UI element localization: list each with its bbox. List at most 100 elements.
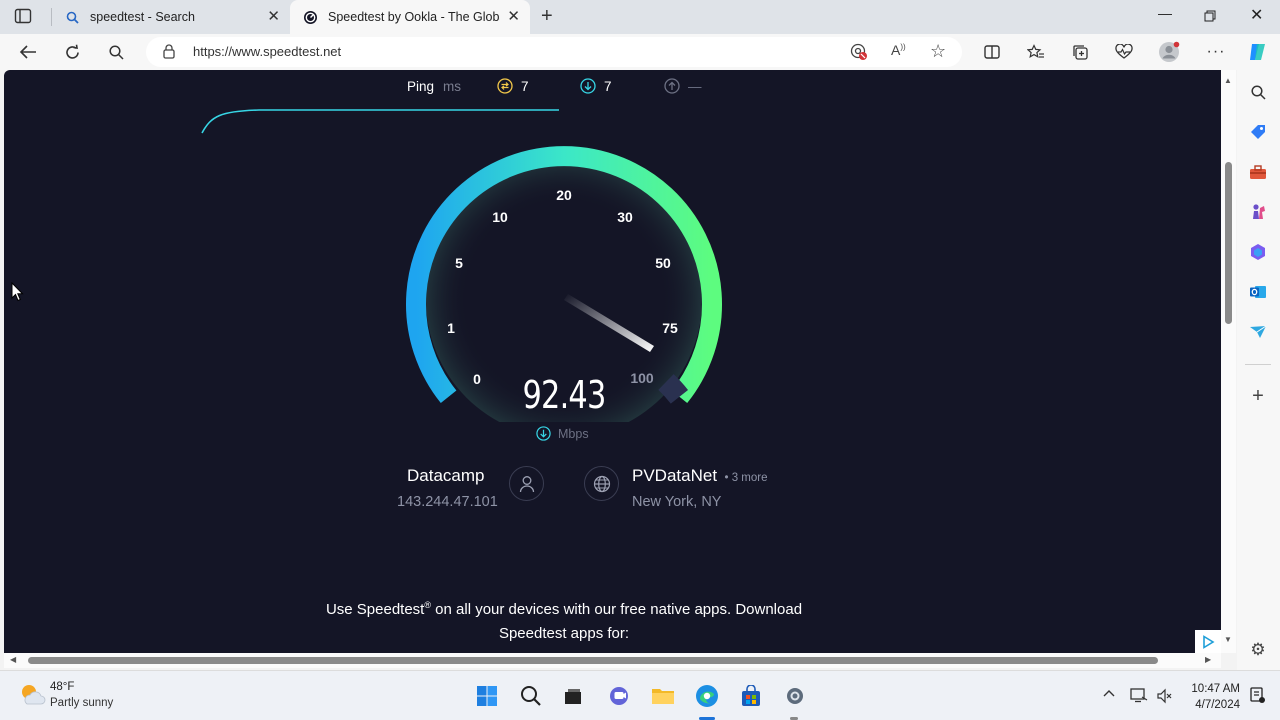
- start-button[interactable]: [474, 683, 500, 709]
- idle-ping-value: 7: [521, 79, 529, 94]
- url-text[interactable]: https://www.speedtest.net: [193, 44, 341, 59]
- vertical-scrollbar[interactable]: ▲ ▼: [1221, 70, 1236, 653]
- gauge-label-5: 5: [455, 255, 463, 271]
- server-name-row: PVDataNet • 3 more: [632, 466, 768, 486]
- profile-button[interactable]: [1158, 41, 1180, 63]
- upload-ping-icon: [664, 78, 680, 97]
- close-window-button[interactable]: ✕: [1250, 5, 1263, 25]
- network-icon[interactable]: [1130, 687, 1148, 708]
- server-more[interactable]: • 3 more: [725, 472, 768, 484]
- user-icon: [519, 475, 534, 492]
- minimize-button[interactable]: —: [1158, 5, 1172, 21]
- taskbar-search-button[interactable]: [518, 683, 544, 709]
- scroll-left-icon[interactable]: ◀: [10, 655, 16, 664]
- address-bar[interactable]: https://www.speedtest.net A)) ☆: [146, 37, 962, 67]
- weather-widget[interactable]: 48°F Partly sunny: [14, 679, 134, 713]
- search-icon: [64, 9, 80, 25]
- scroll-right-icon[interactable]: ▶: [1205, 655, 1211, 664]
- sidebar-tools-button[interactable]: [1248, 162, 1268, 182]
- back-button[interactable]: [17, 41, 39, 63]
- restore-button[interactable]: [1204, 6, 1216, 25]
- refresh-icon: [65, 44, 79, 59]
- new-tab-button[interactable]: +: [541, 5, 553, 27]
- favorites-button[interactable]: [1025, 41, 1047, 63]
- sidebar-outlook-button[interactable]: [1248, 282, 1268, 302]
- tab-actions-button[interactable]: [14, 8, 34, 26]
- sidebar-settings-button[interactable]: ⚙: [1248, 640, 1268, 660]
- show-hidden-icons-button[interactable]: [1103, 686, 1115, 700]
- close-tab-icon[interactable]: ✕: [267, 9, 280, 25]
- collections-button[interactable]: [1069, 41, 1091, 63]
- tab-speedtest-search[interactable]: speedtest - Search ✕: [52, 0, 290, 34]
- clock[interactable]: 10:47 AM 4/7/2024: [1180, 681, 1240, 713]
- settings-app-button[interactable]: [782, 683, 808, 709]
- gear-icon: ⚙: [1250, 640, 1266, 659]
- sidebar-games-button[interactable]: [1248, 202, 1268, 222]
- scroll-down-icon[interactable]: ▼: [1224, 635, 1232, 644]
- vertical-scroll-thumb[interactable]: [1225, 162, 1232, 324]
- collections-icon: [1072, 44, 1088, 60]
- horizontal-scrollbar[interactable]: ◀ ▶: [4, 653, 1221, 668]
- tab-title: speedtest - Search: [90, 10, 195, 24]
- toolbox-icon: [1250, 165, 1266, 179]
- split-screen-button[interactable]: [981, 41, 1003, 63]
- lock-icon[interactable]: [163, 44, 175, 64]
- edge-sidebar: + ⚙: [1237, 70, 1280, 670]
- promo-line-1: Use Speedtest® on all your devices with …: [325, 600, 803, 618]
- chess-piece-icon: [1253, 204, 1265, 219]
- gauge-label-100: 100: [630, 370, 654, 386]
- gauge-label-30: 30: [617, 209, 633, 225]
- task-view-icon: [565, 689, 581, 704]
- sidebar-drop-button[interactable]: [1248, 322, 1268, 342]
- partly-sunny-icon: [22, 685, 46, 705]
- ad-choices-icon[interactable]: [1195, 630, 1221, 653]
- search-button[interactable]: [105, 41, 127, 63]
- change-server-button[interactable]: [584, 466, 619, 501]
- task-view-button[interactable]: [560, 683, 586, 709]
- close-tab-icon[interactable]: ✕: [507, 9, 520, 25]
- refresh-button[interactable]: [61, 41, 83, 63]
- idle-ping-icon: [497, 78, 513, 97]
- sidebar-shopping-button[interactable]: [1248, 122, 1268, 142]
- settings-more-button[interactable]: ···: [1205, 41, 1227, 63]
- sidebar-search-button[interactable]: [1248, 82, 1268, 102]
- scroll-up-icon[interactable]: ▲: [1224, 76, 1232, 85]
- edge-taskbar-button[interactable]: [694, 683, 720, 709]
- edge-browser-icon: [696, 685, 718, 707]
- provider-ip: 143.244.47.101: [397, 494, 498, 510]
- avatar-icon: [1159, 41, 1180, 62]
- gear-icon: [787, 688, 803, 704]
- volume-muted-icon[interactable]: [1156, 688, 1172, 709]
- browser-essentials-button[interactable]: [1113, 41, 1135, 63]
- plus-icon: +: [1252, 384, 1264, 407]
- speed-graph-line: [201, 109, 559, 134]
- store-button[interactable]: [738, 683, 764, 709]
- gauge-label-20: 20: [556, 187, 572, 203]
- more-dots-icon: ···: [1206, 43, 1226, 60]
- file-explorer-button[interactable]: [650, 683, 676, 709]
- sidebar-add-button[interactable]: +: [1248, 384, 1268, 407]
- change-provider-button[interactable]: [509, 466, 544, 501]
- microsoft-365-icon: [1251, 244, 1265, 260]
- copilot-button[interactable]: [1247, 41, 1269, 63]
- favorites-icon: [1027, 44, 1044, 58]
- teams-chat-button[interactable]: [606, 683, 632, 709]
- favorite-star-icon[interactable]: ☆: [930, 41, 946, 62]
- gauge-label-0: 0: [473, 371, 481, 387]
- restore-icon: [1204, 10, 1216, 22]
- back-arrow-icon: [19, 45, 36, 59]
- metrics-header: Ping ms 7 7 —: [4, 78, 1221, 99]
- provider-name: Datacamp: [407, 466, 485, 485]
- notifications-icon[interactable]: [1249, 686, 1265, 709]
- copilot-icon: [1250, 44, 1265, 60]
- horizontal-scroll-thumb[interactable]: [28, 657, 1158, 664]
- tab-speedtest-ookla[interactable]: Speedtest by Ookla - The Global ✕: [290, 0, 530, 34]
- search-icon: [108, 44, 124, 60]
- server-name[interactable]: PVDataNet: [632, 466, 717, 485]
- sidebar-divider: [1245, 364, 1271, 365]
- sidebar-microsoft365-button[interactable]: [1248, 242, 1268, 262]
- tracking-prevention-icon[interactable]: [850, 43, 868, 66]
- server-location: New York, NY: [632, 494, 722, 510]
- read-aloud-icon[interactable]: A)): [891, 42, 906, 58]
- weather-temp: 48°F: [50, 681, 75, 693]
